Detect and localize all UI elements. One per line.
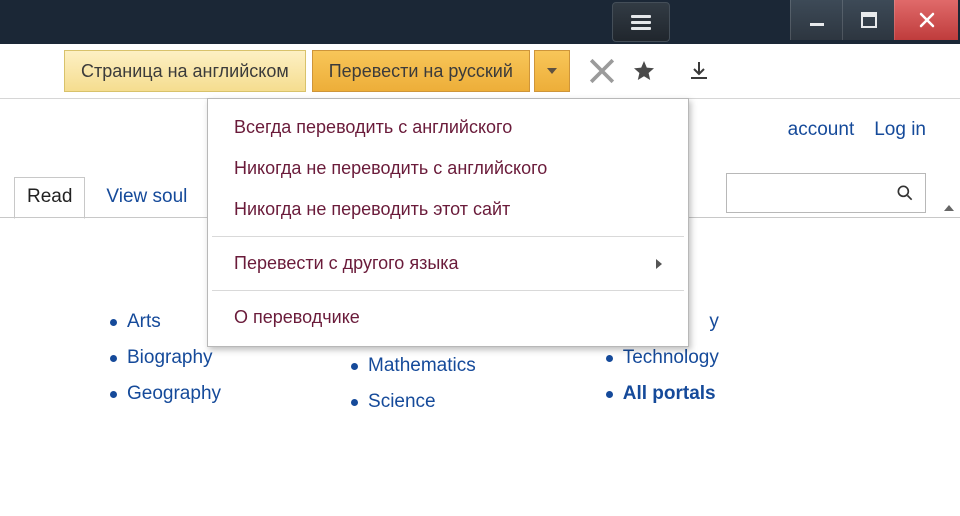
portal-col-1: Arts Biography Geography [110,297,221,427]
portal-link: y [709,311,719,333]
maximize-icon [859,10,879,30]
portal-link: Technology [623,347,719,369]
page-tabs: Read View soul [14,177,200,219]
bullet-icon [110,391,117,398]
menu-item-label: Никогда не переводить с английского [234,158,547,179]
chevron-down-icon [547,68,557,74]
portal-col-2: Mathematics Science [351,341,476,427]
menu-never-translate-lang[interactable]: Никогда не переводить с английского [208,148,688,189]
menu-item-label: О переводчике [234,307,360,328]
window-titlebar [0,0,960,44]
list-item[interactable]: Arts [110,311,221,333]
list-item[interactable]: Technology [606,347,719,369]
tab-view-source[interactable]: View soul [93,177,200,219]
translate-dropdown-toggle[interactable] [534,50,570,92]
chevron-up-icon [944,205,954,211]
x-icon [584,53,620,89]
create-account-link[interactable]: account [788,119,855,141]
close-icon [917,10,937,30]
close-window-button[interactable] [894,0,958,40]
portal-link: Arts [127,311,161,333]
downloads-button[interactable] [680,59,718,83]
page-language-chip[interactable]: Страница на английском [64,50,306,92]
bullet-icon [110,355,117,362]
hamburger-icon [631,15,651,30]
menu-never-translate-site[interactable]: Никогда не переводить этот сайт [208,189,688,230]
browser-menu-button[interactable] [612,2,670,42]
list-item[interactable]: Science [351,391,476,413]
maximize-button[interactable] [842,0,894,40]
chevron-right-icon [656,259,662,269]
menu-separator [212,236,684,237]
translate-button[interactable]: Перевести на русский [312,50,530,92]
bullet-icon [606,391,613,398]
translate-options-menu: Всегда переводить с английского Никогда … [207,98,689,347]
bullet-icon [351,399,358,406]
close-translate-bar[interactable] [584,53,620,89]
portal-link: Biography [127,347,213,369]
translate-toolbar: Страница на английском Перевести на русс… [0,44,960,99]
list-item[interactable]: Geography [110,383,221,405]
search-box[interactable] [726,173,926,213]
bookmark-button[interactable] [626,59,662,83]
portal-link: Science [368,391,436,413]
search-icon [895,183,915,203]
bullet-icon [110,319,117,326]
portal-link: All portals [623,383,716,405]
star-icon [632,59,656,83]
menu-separator [212,290,684,291]
translate-label: Перевести на русский [329,61,513,82]
portal-link: Geography [127,383,221,405]
menu-item-label: Никогда не переводить этот сайт [234,199,510,220]
tab-read[interactable]: Read [14,177,85,219]
list-item[interactable]: All portals [606,383,719,405]
list-item[interactable]: Mathematics [351,355,476,377]
page-language-label: Страница на английском [81,61,289,82]
download-icon [687,59,711,83]
bullet-icon [606,355,613,362]
list-item[interactable]: Biography [110,347,221,369]
menu-item-label: Перевести с другого языка [234,253,459,274]
bullet-icon [351,363,358,370]
window-controls [790,0,958,40]
login-link[interactable]: Log in [874,119,926,141]
menu-item-label: Всегда переводить с английского [234,117,512,138]
minimize-icon [807,10,827,30]
menu-translate-other-lang[interactable]: Перевести с другого языка [208,243,688,284]
menu-about-translator[interactable]: О переводчике [208,297,688,338]
account-links: account Log in [788,119,926,141]
scroll-up-button[interactable] [938,197,960,219]
minimize-button[interactable] [790,0,842,40]
menu-always-translate[interactable]: Всегда переводить с английского [208,107,688,148]
portal-link: Mathematics [368,355,476,377]
